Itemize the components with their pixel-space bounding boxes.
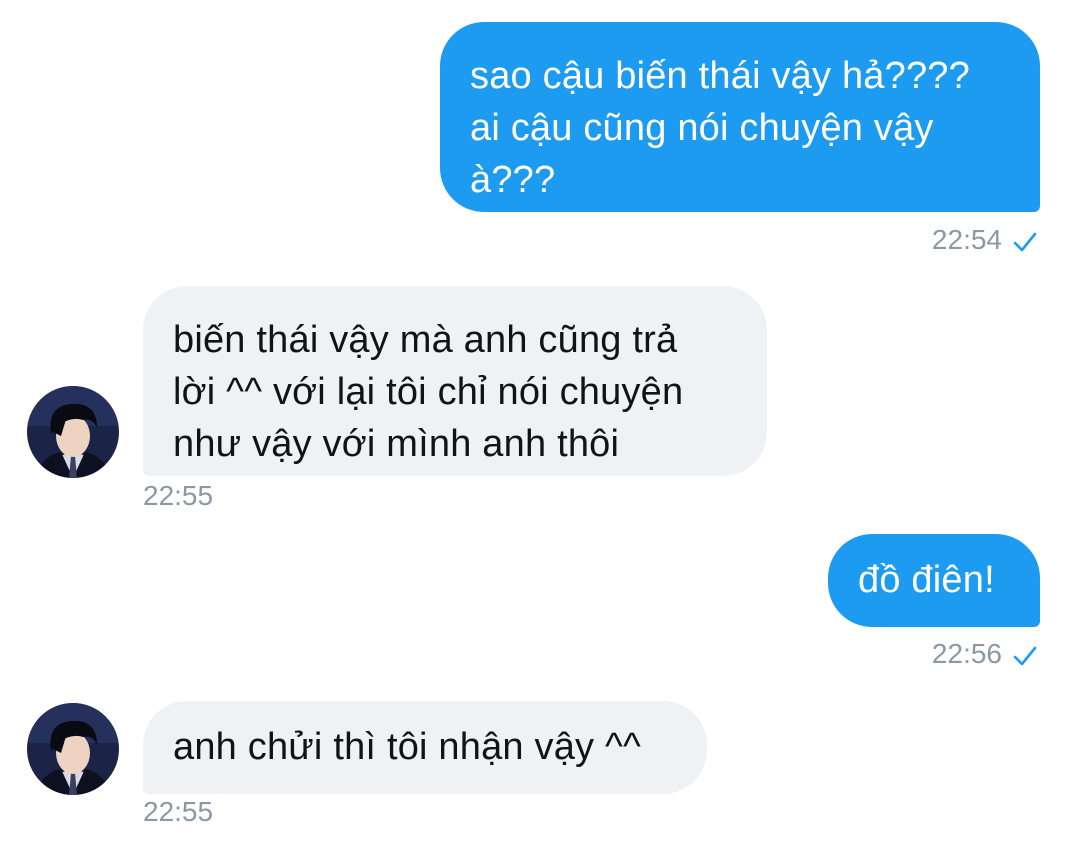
message-meta: 22:55 — [143, 796, 213, 828]
incoming-message-bubble[interactable]: biến thái vậy mà anh cũng trả lời ^^ với… — [143, 286, 767, 476]
message-timestamp: 22:54 — [931, 224, 1002, 255]
incoming-message-bubble[interactable]: anh chửi thì tôi nhận vậy ^^ — [143, 701, 707, 794]
message-timestamp: 22:55 — [143, 796, 214, 827]
message-text-line: sao cậu biến thái vậy hả???? — [470, 55, 970, 97]
conversation-thread: sao cậu biến thái vậy hả???? ai cậu cũng… — [0, 0, 1080, 843]
user-avatar[interactable] — [27, 386, 119, 478]
message-text-line: anh chửi thì tôi nhận vậy ^^ — [173, 726, 642, 768]
message-text-line: ai cậu cũng nói chuyện vậy — [470, 107, 934, 149]
checkmark-icon — [1012, 228, 1038, 260]
message-text-line: như vậy với mình anh thôi — [173, 423, 620, 465]
message-timestamp: 22:55 — [143, 480, 214, 511]
message-text-line: biến thái vậy mà anh cũng trả — [173, 319, 678, 361]
checkmark-icon — [1012, 642, 1038, 674]
message-meta: 22:55 — [143, 480, 213, 512]
message-timestamp: 22:56 — [931, 638, 1002, 669]
message-meta: 22:54 — [932, 224, 1038, 260]
user-avatar[interactable] — [27, 703, 119, 795]
outgoing-message-bubble[interactable]: đồ điên! — [828, 534, 1040, 627]
message-text-line: lời ^^ với lại tôi chỉ nói chuyện — [173, 371, 684, 413]
message-meta: 22:56 — [932, 638, 1038, 674]
message-text-line: đồ điên! — [858, 559, 995, 601]
message-text-line: à??? — [470, 159, 556, 201]
outgoing-message-bubble[interactable]: sao cậu biến thái vậy hả???? ai cậu cũng… — [440, 22, 1040, 212]
